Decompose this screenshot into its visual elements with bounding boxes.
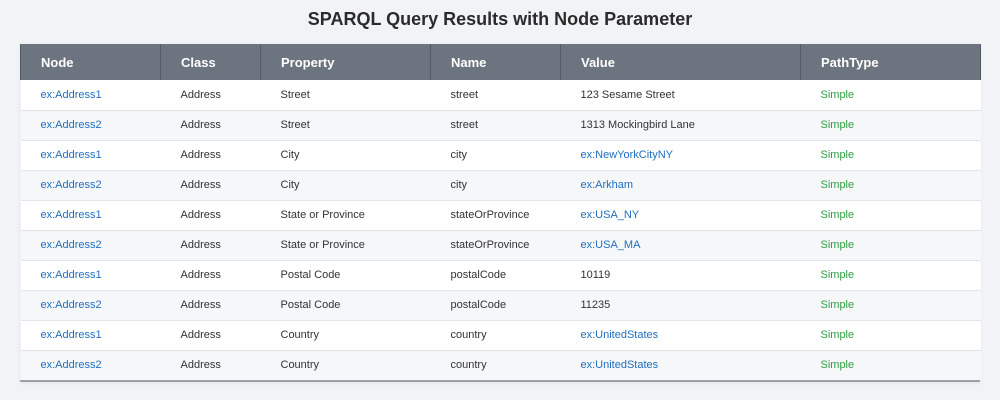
cell-property: Street bbox=[260, 110, 431, 141]
page-title: SPARQL Query Results with Node Parameter bbox=[307, 9, 693, 29]
cell-name: street bbox=[430, 80, 561, 111]
cell-property: Postal Code bbox=[260, 290, 431, 321]
table-row[interactable]: ex:Address2 Address City city ex:Arkham Simpl… bbox=[20, 170, 981, 201]
cell-pathtype: Simple bbox=[800, 350, 981, 380]
cell-class: Address bbox=[160, 170, 261, 201]
cell-property: City bbox=[260, 170, 431, 201]
cell-value[interactable]: ex:UnitedStates bbox=[560, 350, 801, 380]
cell-name: city bbox=[430, 140, 561, 171]
column-header-value[interactable]: Value bbox=[560, 44, 801, 80]
table-row[interactable]: ex:Address1 Address State or Province state… bbox=[20, 200, 981, 231]
cell-value: 10119 bbox=[560, 260, 801, 291]
cell-pathtype: Simple bbox=[800, 110, 981, 141]
column-header-pathtype[interactable]: PathType bbox=[800, 44, 981, 80]
results-table: Node Class Property Name Value PathType … bbox=[20, 44, 981, 380]
cell-node[interactable]: ex:Address2 bbox=[20, 350, 161, 380]
table-row[interactable]: ex:Address1 Address Postal Code postalCode 1… bbox=[20, 260, 981, 291]
column-header-class[interactable]: Class bbox=[160, 44, 261, 80]
cell-class: Address bbox=[160, 320, 261, 351]
cell-name: postalCode bbox=[430, 290, 561, 321]
column-header-name[interactable]: Name bbox=[430, 44, 561, 80]
table-body: ex:Address1 Address Street street 123 Sesame… bbox=[20, 80, 981, 380]
cell-property: Postal Code bbox=[260, 260, 431, 291]
cell-value[interactable]: ex:USA_MA bbox=[560, 230, 801, 261]
cell-class: Address bbox=[160, 290, 261, 321]
table-row[interactable]: ex:Address1 Address Country country ex:Unite… bbox=[20, 320, 981, 351]
cell-node[interactable]: ex:Address2 bbox=[20, 170, 161, 201]
cell-property: Country bbox=[260, 320, 431, 351]
cell-pathtype: Simple bbox=[800, 170, 981, 201]
column-header-node[interactable]: Node bbox=[20, 44, 161, 80]
cell-property: State or Province bbox=[260, 230, 431, 261]
cell-name: stateOrProvince bbox=[430, 230, 561, 261]
table-header: Node Class Property Name Value PathType bbox=[20, 44, 981, 80]
cell-property: State or Province bbox=[260, 200, 431, 231]
cell-node[interactable]: ex:Address2 bbox=[20, 290, 161, 321]
cell-node[interactable]: ex:Address1 bbox=[20, 140, 161, 171]
cell-class: Address bbox=[160, 140, 261, 171]
cell-class: Address bbox=[160, 230, 261, 261]
cell-node[interactable]: ex:Address2 bbox=[20, 110, 161, 141]
table-row[interactable]: ex:Address1 Address Street street 123 Sesame… bbox=[20, 80, 981, 111]
column-header-property[interactable]: Property bbox=[260, 44, 431, 80]
cell-class: Address bbox=[160, 200, 261, 231]
cell-property: Street bbox=[260, 80, 431, 111]
cell-class: Address bbox=[160, 110, 261, 141]
cell-value[interactable]: ex:UnitedStates bbox=[560, 320, 801, 351]
cell-node[interactable]: ex:Address1 bbox=[20, 80, 161, 111]
table-row[interactable]: ex:Address2 Address Country country ex:Unite… bbox=[20, 350, 981, 380]
cell-name: city bbox=[430, 170, 561, 201]
cell-node[interactable]: ex:Address1 bbox=[20, 200, 161, 231]
cell-class: Address bbox=[160, 260, 261, 291]
cell-value[interactable]: ex:USA_NY bbox=[560, 200, 801, 231]
cell-name: postalCode bbox=[430, 260, 561, 291]
cell-property: Country bbox=[260, 350, 431, 380]
cell-node[interactable]: ex:Address1 bbox=[20, 260, 161, 291]
cell-name: stateOrProvince bbox=[430, 200, 561, 231]
cell-name: country bbox=[430, 350, 561, 380]
cell-pathtype: Simple bbox=[800, 260, 981, 291]
cell-value[interactable]: ex:NewYorkCityNY bbox=[560, 140, 801, 171]
cell-property: City bbox=[260, 140, 431, 171]
cell-name: street bbox=[430, 110, 561, 141]
table-row[interactable]: ex:Address1 Address City city ex:NewYorkCity… bbox=[20, 140, 981, 171]
cell-pathtype: Simple bbox=[800, 230, 981, 261]
cell-class: Address bbox=[160, 350, 261, 380]
results-table-container: Node Class Property Name Value PathType … bbox=[20, 44, 981, 382]
cell-value: 123 Sesame Street bbox=[560, 80, 801, 111]
cell-node[interactable]: ex:Address2 bbox=[20, 230, 161, 261]
cell-pathtype: Simple bbox=[800, 140, 981, 171]
cell-pathtype: Simple bbox=[800, 80, 981, 111]
cell-name: country bbox=[430, 320, 561, 351]
header-row: Node Class Property Name Value PathType bbox=[20, 44, 981, 80]
cell-pathtype: Simple bbox=[800, 320, 981, 351]
cell-value[interactable]: ex:Arkham bbox=[560, 170, 801, 201]
cell-value: 11235 bbox=[560, 290, 801, 321]
cell-value: 1313 Mockingbird Lane bbox=[560, 110, 801, 141]
cell-node[interactable]: ex:Address1 bbox=[20, 320, 161, 351]
cell-class: Address bbox=[160, 80, 261, 111]
table-row[interactable]: ex:Address2 Address State or Province state… bbox=[20, 230, 981, 261]
table-row[interactable]: ex:Address2 Address Postal Code postalCode 1… bbox=[20, 290, 981, 321]
cell-pathtype: Simple bbox=[800, 200, 981, 231]
table-row[interactable]: ex:Address2 Address Street street 1313 Mocki… bbox=[20, 110, 981, 141]
cell-pathtype: Simple bbox=[800, 290, 981, 321]
